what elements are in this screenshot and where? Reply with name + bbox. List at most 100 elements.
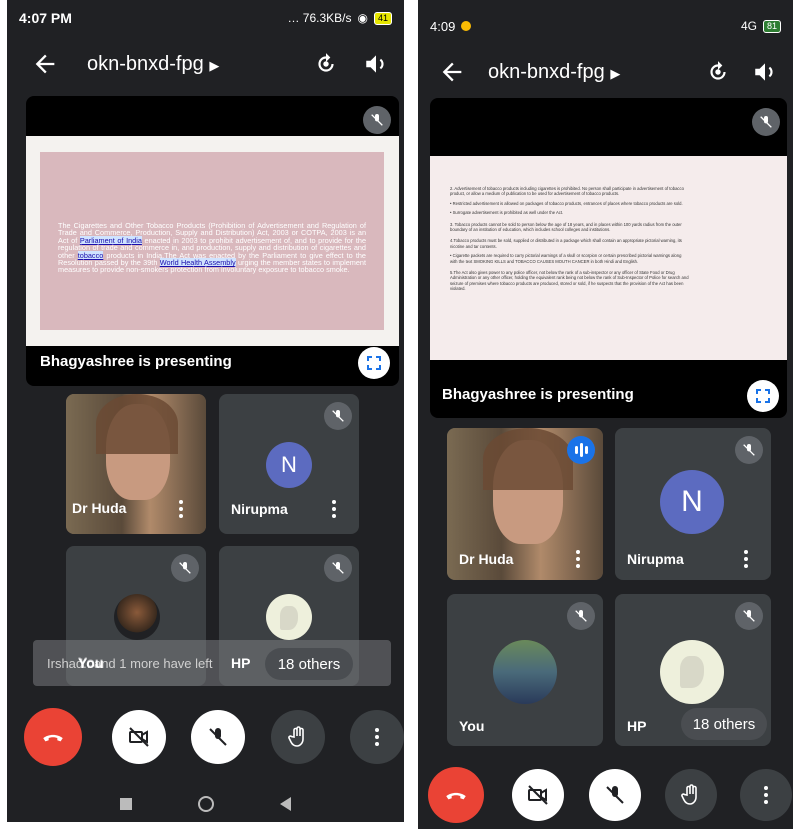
others-label: 18 others [277, 655, 341, 673]
switch-camera-icon[interactable] [705, 59, 731, 85]
avatar [660, 640, 724, 704]
call-header: okn-bnxd-fpg ▶ [418, 52, 793, 92]
slide-line: nicotine and tar contents. [450, 243, 497, 249]
network-type: 4G [740, 19, 757, 33]
participant-tile[interactable]: N Nirupma [615, 428, 771, 580]
mic-off-icon [735, 602, 763, 630]
mic-off-icon [752, 108, 780, 136]
back-arrow-icon[interactable] [438, 58, 466, 86]
presenting-label: Bhagyashree is presenting [442, 386, 634, 403]
avatar: N [660, 470, 724, 534]
participant-name: Nirupma [627, 551, 684, 567]
status-time: 4:09 [430, 18, 456, 34]
meeting-code[interactable]: okn-bnxd-fpg ▶ [87, 53, 219, 76]
participant-tile[interactable]: Dr Huda [447, 428, 603, 580]
mic-off-icon [209, 728, 227, 746]
avatar [114, 594, 160, 640]
avatar [493, 640, 557, 704]
call-header: okn-bnxd-fpg ▶ [7, 44, 404, 84]
meeting-code-text: okn-bnxd-fpg [488, 60, 605, 83]
raise-hand-button[interactable] [665, 769, 717, 821]
slide-line: boundary of an institution of education,… [450, 227, 611, 233]
mic-off-icon [735, 436, 763, 464]
fullscreen-icon[interactable] [747, 380, 779, 412]
call-end-icon [446, 792, 466, 800]
system-nav-bar [7, 792, 404, 816]
status-icons: 4G 81 [741, 19, 781, 33]
camera-off-icon [129, 727, 149, 747]
mic-off-icon [324, 402, 352, 430]
more-options-button[interactable] [740, 769, 792, 821]
participant-hair [483, 428, 573, 490]
raise-hand-icon [681, 784, 697, 805]
participant-tile[interactable]: HP 18 others [615, 594, 771, 746]
slide-line: • Surrogate advertisement is prohibited … [450, 210, 564, 216]
mic-toggle-button[interactable] [589, 769, 641, 821]
caret-right-icon: ▶ [610, 65, 621, 81]
camera-toggle-button[interactable] [112, 710, 166, 764]
mic-off-icon [606, 786, 624, 804]
end-call-button[interactable] [428, 767, 484, 823]
meeting-code[interactable]: okn-bnxd-fpg ▶ [488, 61, 620, 84]
speaking-indicator-icon [567, 436, 595, 464]
mic-off-icon [567, 602, 595, 630]
toast-text: Irshad.. and 1 more have left [47, 655, 213, 671]
switch-camera-icon[interactable] [313, 51, 339, 77]
participant-name: You [459, 718, 485, 734]
presentation-tile[interactable]: The Cigarettes and Other Tobacco Product… [26, 96, 399, 386]
participant-name: HP [231, 655, 250, 671]
wifi-icon: ◉ [357, 11, 368, 25]
raise-hand-button[interactable] [271, 710, 325, 764]
presentation-tile[interactable]: 2. Advertisement of tobacco products inc… [430, 98, 787, 418]
map-icon [680, 656, 704, 688]
more-vert-icon[interactable] [178, 499, 184, 519]
presenting-label: Bhagyashree is presenting [40, 353, 232, 370]
mic-toggle-button[interactable] [191, 710, 245, 764]
back-nav-icon[interactable] [280, 797, 291, 811]
hp-name-overlay: HP [231, 655, 251, 671]
end-call-button[interactable] [24, 708, 82, 766]
status-icons: … 76.3KB/s ◉ 41 [287, 11, 392, 25]
slide-line: product, or allow a medium of publicatio… [450, 191, 620, 197]
participant-tile[interactable]: N Nirupma [219, 394, 359, 534]
others-chip[interactable]: 18 others [681, 708, 767, 740]
speaker-icon[interactable] [363, 51, 389, 77]
home-icon[interactable] [198, 796, 214, 812]
camera-off-icon [528, 785, 548, 805]
right-phone-screen: 4:09 4G 81 okn-bnxd-fpg ▶ 2. Advertiseme… [418, 0, 793, 829]
slide-line: with the text SMOKING KILLS and TOBACCO … [450, 258, 639, 264]
more-options-button[interactable] [350, 710, 404, 764]
slide-line: • Restricted advertisement is allowed on… [450, 200, 683, 206]
camera-toggle-button[interactable] [512, 769, 564, 821]
you-name-overlay: You [78, 655, 104, 671]
participant-hair [96, 394, 178, 454]
avatar [266, 594, 312, 640]
call-end-icon [43, 734, 63, 742]
more-vert-icon[interactable] [331, 499, 337, 519]
battery-icon: 41 [373, 11, 392, 25]
shared-screen: 2. Advertisement of tobacco products inc… [430, 156, 787, 360]
status-bar: 4:07 PM … 76.3KB/s ◉ 41 [7, 4, 404, 32]
participant-name: You [78, 655, 103, 671]
participant-tile[interactable]: You [447, 594, 603, 746]
back-arrow-icon[interactable] [31, 50, 59, 78]
raise-hand-icon [288, 726, 304, 747]
caret-right-icon: ▶ [209, 57, 220, 73]
more-vert-icon[interactable] [575, 549, 581, 569]
recents-icon[interactable] [120, 798, 132, 810]
battery-icon: 81 [762, 19, 781, 33]
speaker-icon[interactable] [752, 59, 778, 85]
participant-name: Dr Huda [459, 551, 514, 567]
participant-tile[interactable]: Dr Huda [66, 394, 206, 534]
map-icon [280, 606, 298, 630]
others-label: 18 others [692, 715, 756, 733]
more-vert-icon[interactable] [743, 549, 749, 569]
others-chip[interactable]: 18 others [265, 648, 353, 680]
fullscreen-icon[interactable] [358, 347, 390, 379]
meeting-code-text: okn-bnxd-fpg [87, 52, 204, 75]
notification-dot-icon [461, 21, 472, 31]
status-bar: 4:09 4G 81 [418, 12, 793, 40]
more-vert-icon [764, 786, 768, 804]
participant-name: Nirupma [231, 501, 288, 517]
slide-content: 2. Advertisement of tobacco products inc… [450, 186, 770, 292]
